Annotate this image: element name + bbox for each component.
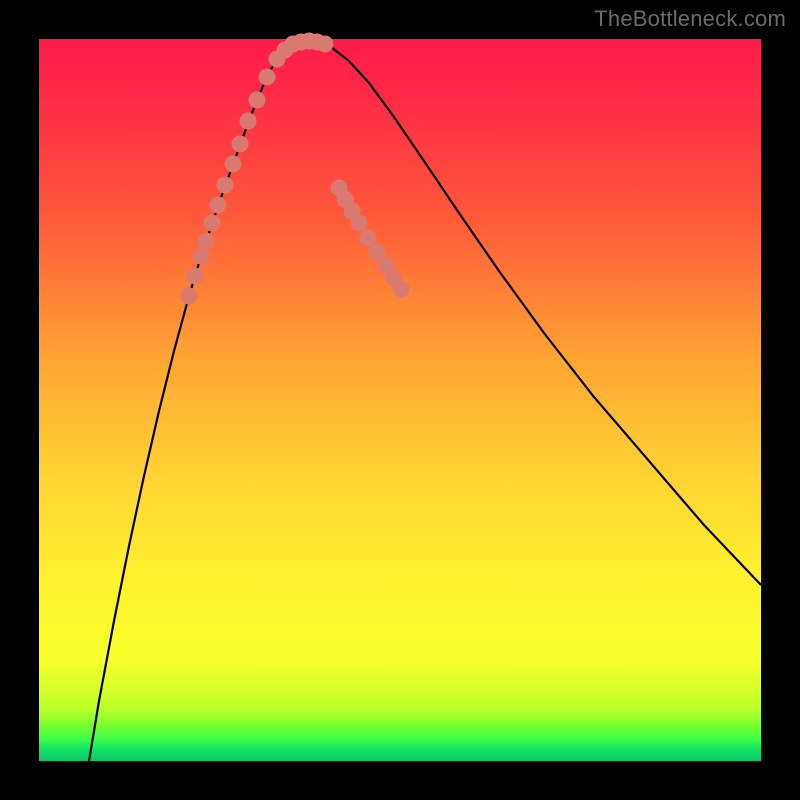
data-bead <box>393 281 410 298</box>
data-bead <box>259 69 276 86</box>
data-bead <box>181 288 198 305</box>
watermark-text: TheBottleneck.com <box>594 6 786 32</box>
data-bead <box>198 233 215 250</box>
plot-area <box>39 39 761 761</box>
data-bead <box>249 92 266 109</box>
data-bead <box>360 230 377 247</box>
data-bead <box>240 113 257 130</box>
data-bead <box>204 215 221 232</box>
data-bead <box>217 177 234 194</box>
chart-frame: TheBottleneck.com <box>0 0 800 800</box>
data-bead <box>232 136 249 153</box>
data-bead <box>193 248 210 265</box>
data-bead <box>317 36 334 53</box>
bottleneck-curve <box>89 41 761 761</box>
data-bead <box>351 215 368 232</box>
curve-svg <box>39 39 761 761</box>
data-bead <box>187 268 204 285</box>
data-bead <box>225 156 242 173</box>
beads-group <box>181 33 410 305</box>
data-bead <box>210 197 227 214</box>
data-bead <box>369 244 386 261</box>
